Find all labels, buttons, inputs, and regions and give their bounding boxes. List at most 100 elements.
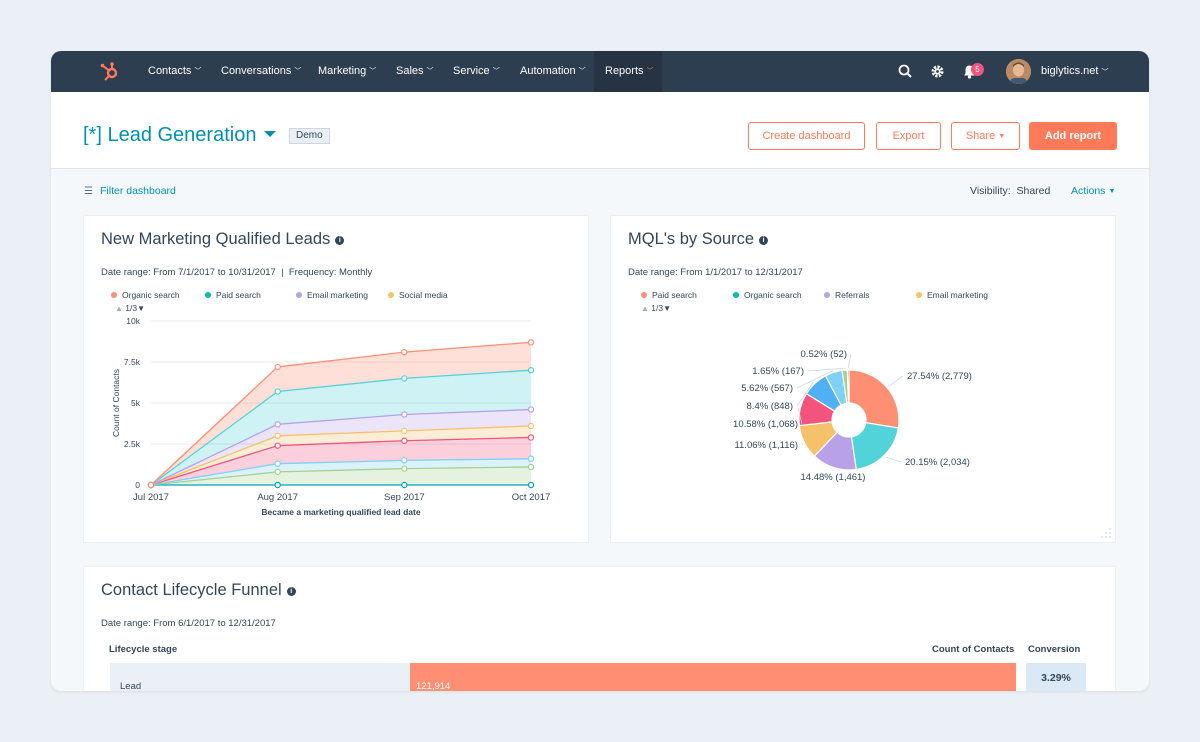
chevron-down-icon: ﹀ [646,68,654,75]
demo-badge: Demo [289,128,330,144]
data-point [274,432,281,439]
funnel-bar[interactable]: 121,914 [410,663,1016,691]
y-tick-label: 10k [126,316,140,326]
nav-item-label: Sales [396,65,424,77]
card-title: Contact Lifecycle Funnel i [101,581,296,600]
x-tick-label: Sep 2017 [384,492,425,503]
nav-item-service[interactable]: Service ﹀ [453,51,500,92]
chevron-down-icon: ﹀ [492,68,500,75]
nav-item-label: Reports [605,65,644,77]
chevron-down-icon: ﹀ [1101,69,1109,76]
notification-badge: 5 [971,63,984,76]
slice-label: 10.58% (1,068) [733,419,798,430]
share-button[interactable]: Share ▼ [951,122,1020,150]
data-point [527,406,535,413]
data-point [401,437,408,444]
y-tick-label: 5k [131,398,141,408]
data-point [274,421,281,428]
data-point [401,465,408,472]
caret-down-icon [264,131,277,137]
nav-item-label: Service [453,65,490,77]
gear-icon[interactable] [929,63,946,80]
chevron-down-icon: ﹀ [426,68,434,75]
dashboard-selector[interactable]: [*] Lead Generation [83,124,277,147]
data-point [274,468,281,476]
nav-item-contacts[interactable]: Contacts ﹀ [148,51,201,92]
card-title-text: Contact Lifecycle Funnel [101,581,282,599]
leader-line [847,353,852,369]
dashboard-header: [*] Lead Generation Demo Create dashboar… [51,92,1149,169]
slice-label: 27.54% (2,779) [907,371,972,382]
data-point [527,463,535,471]
actions-menu[interactable]: Actions ▼ [1071,185,1115,197]
info-icon[interactable]: i [286,587,296,596]
pie-slice [848,369,900,429]
column-header-count: Count of Contacts [932,644,1015,655]
report-card-funnel: Contact Lifecycle Funnel i Date range: Fr… [83,566,1116,691]
data-point [527,455,535,462]
data-point [401,411,408,418]
data-point [527,339,535,346]
donut-chart: 27.54% (2,779) 20.15% (2,034) 14.48% (1,46… [733,349,972,483]
x-tick-label: Jul 2017 [133,492,169,503]
y-tick-label: 7.5k [124,357,141,367]
chevron-down-icon: ﹀ [578,68,586,75]
pie-slice [850,422,900,471]
nav-item-reports[interactable]: Reports ﹀ [594,51,662,92]
account-name: biglytics.net [1041,65,1099,77]
avatar-image [1006,59,1031,84]
slice-label: 0.52% (52) [801,349,847,360]
nav-item-marketing[interactable]: Marketing ﹀ [318,51,376,92]
date-range: Date range: From 6/1/2017 to 12/31/2017 [101,618,276,629]
data-point [274,460,281,467]
search-icon[interactable] [897,63,914,80]
avatar[interactable] [1006,59,1031,84]
visibility-label: Visibility: [970,185,1011,197]
data-point [527,422,535,430]
export-button[interactable]: Export [876,122,941,150]
funnel-count-label: 121,914 [416,681,451,691]
data-point [274,442,281,449]
data-point [527,366,535,374]
create-dashboard-button[interactable]: Create dashboard [748,122,865,150]
data-point [527,481,535,489]
funnel-conversion-value: 3.29% [1026,663,1086,691]
slice-label: 20.15% (2,034) [905,457,970,468]
x-tick-label: Aug 2017 [257,492,298,503]
nav-item-label: Contacts [148,65,192,77]
top-navigation: Contacts ﹀ Conversations ﹀ Marketing ﹀ Sale… [51,51,1149,92]
data-point [527,434,535,441]
slice-label: 11.06% (1,116) [734,440,798,451]
y-tick-label: 2.5k [124,439,141,449]
column-header-stage: Lifecycle stage [109,644,178,655]
data-point [274,363,281,371]
slice-label: 5.62% (567) [741,383,793,394]
data-point [401,457,408,464]
y-tick-label: 0 [135,480,140,490]
actions-label: Actions [1071,185,1106,197]
caret-down-icon: ▼ [1108,188,1116,195]
caret-down-icon: ▼ [998,133,1006,140]
slice-label: 1.65% (167) [752,366,804,377]
resize-handle-icon[interactable] [1100,527,1112,539]
data-point [401,348,408,356]
visibility-status: Visibility: Shared [970,185,1050,197]
chevron-down-icon: ﹀ [294,68,302,75]
nav-item-sales[interactable]: Sales ﹀ [396,51,434,92]
report-card-source: MQL's by Source i Date range: From 1/1/20… [610,215,1116,543]
add-report-button[interactable]: Add report [1029,122,1117,150]
chevron-down-icon: ﹀ [194,68,202,75]
data-point [401,375,408,382]
filter-label: Filter dashboard [100,185,176,197]
hubspot-logo-icon[interactable] [99,61,121,83]
nav-item-conversations[interactable]: Conversations ﹀ [221,51,301,92]
data-point [401,481,408,489]
y-axis-label: Count of Contacts [111,369,121,437]
filter-dashboard-link[interactable]: ☰ Filter dashboard [84,185,176,197]
sliders-icon: ☰ [84,186,93,197]
data-point [274,481,281,489]
nav-item-automation[interactable]: Automation ﹀ [520,51,586,92]
slice-label: 14.48% (1,461) [801,472,866,483]
account-menu[interactable]: biglytics.net ﹀ [1041,51,1108,92]
share-label: Share [965,130,996,142]
